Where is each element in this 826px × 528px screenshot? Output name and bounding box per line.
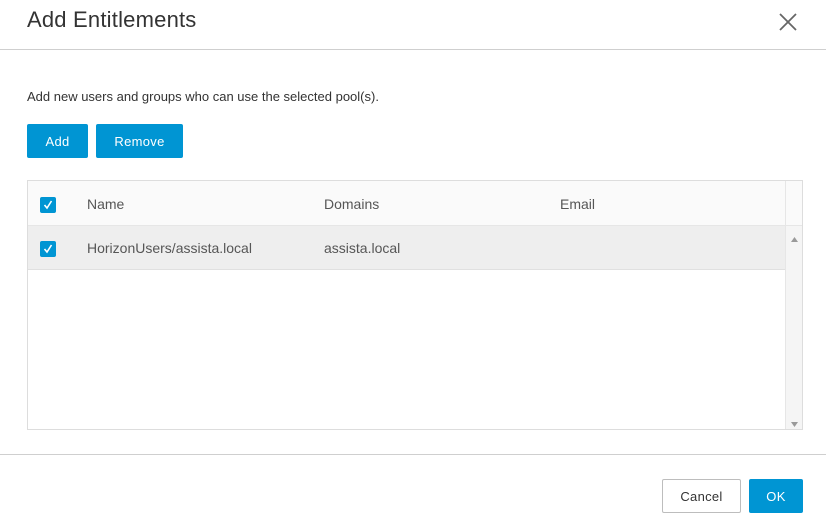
add-button[interactable]: Add [27,124,88,158]
entitlements-grid: Name Domains Email HorizonUsers/assista.… [27,180,803,430]
close-icon[interactable] [776,10,800,34]
select-all-checkbox[interactable] [40,197,56,213]
grid-scrollbar[interactable] [785,181,802,429]
dialog-title: Add Entitlements [27,7,197,32]
checkmark-icon [43,200,53,210]
column-header-name[interactable]: Name [87,196,124,212]
row-name-cell: HorizonUsers/assista.local [87,240,252,256]
cancel-button[interactable]: Cancel [662,479,741,513]
table-row[interactable]: HorizonUsers/assista.local assista.local [28,226,785,270]
footer-divider [0,454,826,455]
column-header-domains[interactable]: Domains [324,196,379,212]
row-checkbox[interactable] [40,241,56,257]
remove-button[interactable]: Remove [96,124,183,158]
scrollbar-corner [786,181,802,226]
column-header-email[interactable]: Email [560,196,595,212]
row-domains-cell: assista.local [324,240,401,256]
dialog-header: Add Entitlements [0,0,826,50]
dialog-description: Add new users and groups who can use the… [27,89,379,104]
scroll-up-arrow-icon[interactable] [790,231,799,242]
scroll-down-arrow-icon[interactable] [790,416,799,427]
checkmark-icon [43,244,53,254]
ok-button[interactable]: OK [749,479,803,513]
add-entitlements-dialog: Add Entitlements Add new users and group… [0,0,826,528]
grid-header: Name Domains Email [28,181,785,226]
